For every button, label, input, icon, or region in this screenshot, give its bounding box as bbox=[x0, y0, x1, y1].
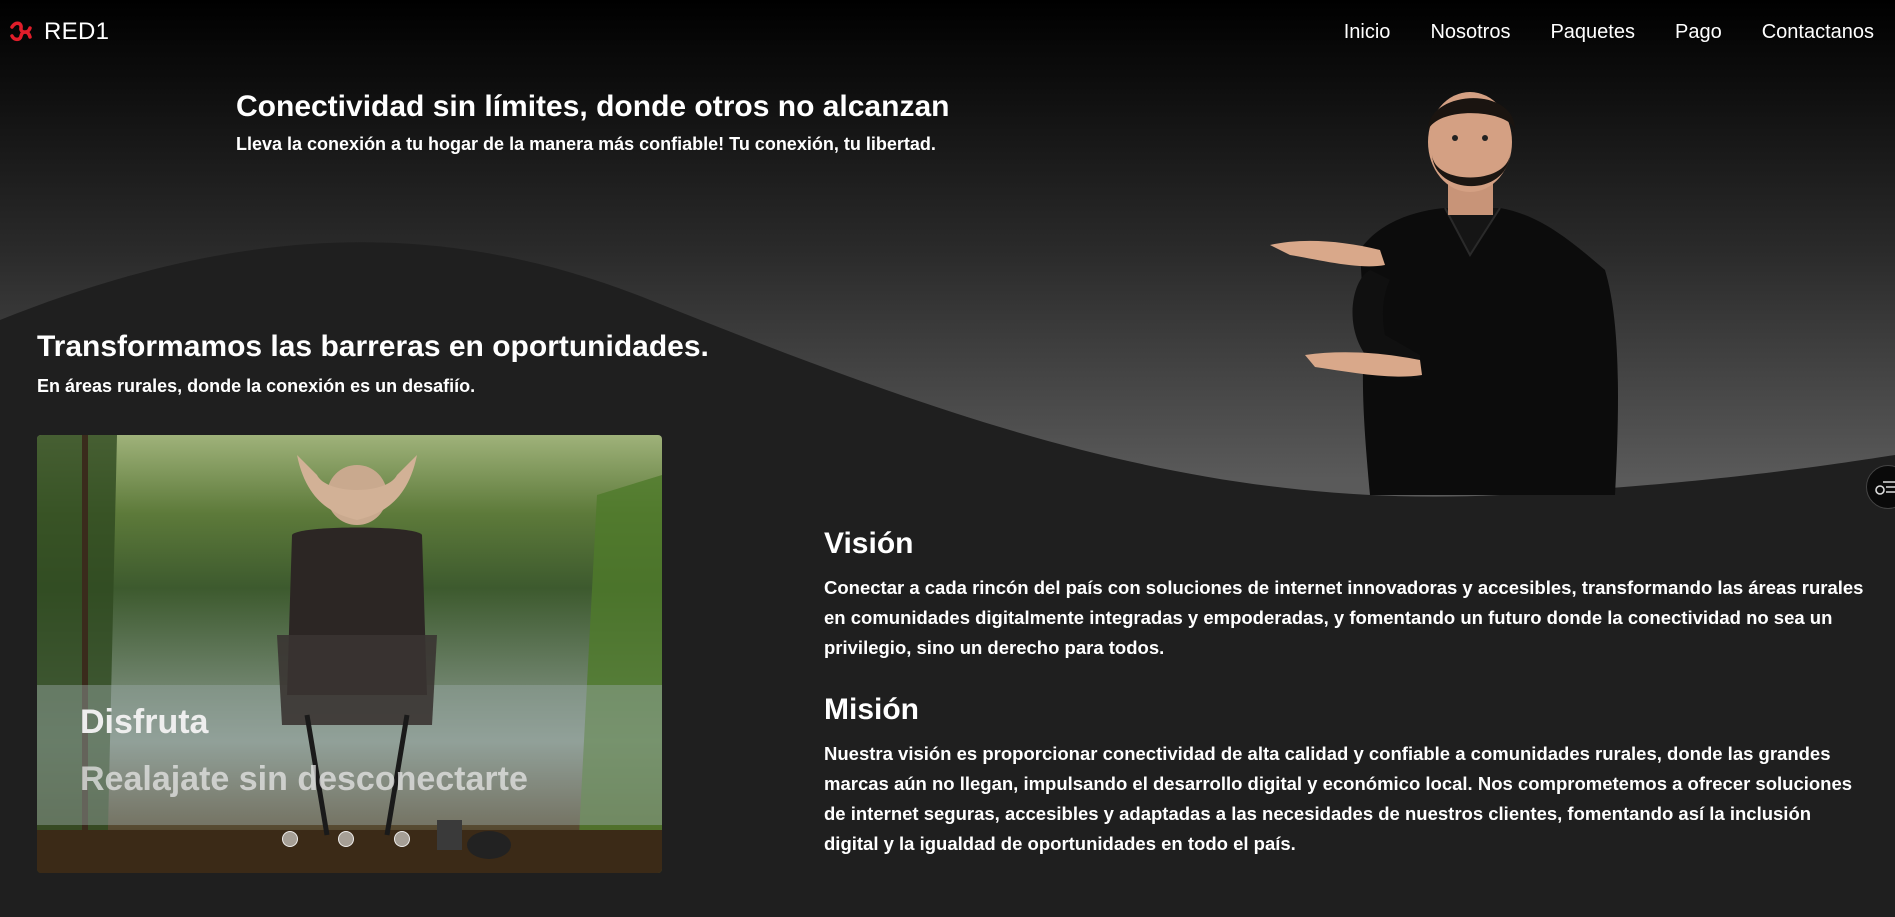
vision-text: Conectar a cada rincón del país con solu… bbox=[824, 577, 1864, 658]
barriers-title: Transformamos las barreras en oportunida… bbox=[37, 330, 709, 363]
image-carousel[interactable]: Disfruta Realajate sin desconectarte bbox=[37, 435, 662, 873]
barriers-section: Transformamos las barreras en oportunida… bbox=[37, 330, 709, 397]
nav-link-contactanos[interactable]: Contactanos bbox=[1762, 21, 1874, 44]
accessibility-menu-icon bbox=[1875, 481, 1895, 495]
presenter-image bbox=[1270, 92, 1618, 495]
nav-link-pago[interactable]: Pago bbox=[1675, 21, 1722, 44]
mision-text: Nuestra visión es proporcionar conectivi… bbox=[824, 743, 1853, 854]
nav-link-paquetes[interactable]: Paquetes bbox=[1550, 21, 1635, 44]
brand[interactable]: RED1 bbox=[8, 18, 109, 46]
carousel-dot-3[interactable] bbox=[394, 831, 410, 847]
mision-title: Misión bbox=[824, 693, 919, 726]
nav-links: Inicio Nosotros Paquetes Pago Contactano… bbox=[1344, 21, 1874, 44]
nav-link-inicio[interactable]: Inicio bbox=[1344, 21, 1391, 44]
top-navbar: RED1 Inicio Nosotros Paquetes Pago Conta… bbox=[0, 0, 1895, 64]
caption-title: Disfruta bbox=[80, 703, 209, 741]
carousel-indicators bbox=[282, 831, 410, 847]
red1-logo-icon bbox=[10, 21, 32, 42]
hero-title: Conectividad sin límites, donde otros no… bbox=[236, 90, 950, 123]
carousel-dot-2[interactable] bbox=[338, 831, 354, 847]
hero-text: Conectividad sin límites, donde otros no… bbox=[236, 90, 949, 155]
hero-subtitle: Lleva la conexión a tu hogar de la maner… bbox=[236, 134, 936, 154]
carousel-slide-image bbox=[37, 435, 662, 873]
caption-subtitle: Realajate sin desconectarte bbox=[80, 760, 528, 798]
vision-mision-section: Visión Conectar a cada rincón del país c… bbox=[824, 527, 1864, 889]
carousel-caption: Disfruta Realajate sin desconectarte bbox=[80, 703, 528, 799]
barriers-subtitle: En áreas rurales, donde la conexión es u… bbox=[37, 376, 476, 396]
vision-title: Visión bbox=[824, 527, 914, 560]
brand-name: RED1 bbox=[44, 18, 110, 45]
carousel-dot-1[interactable] bbox=[282, 831, 298, 847]
nav-link-nosotros[interactable]: Nosotros bbox=[1430, 21, 1510, 44]
